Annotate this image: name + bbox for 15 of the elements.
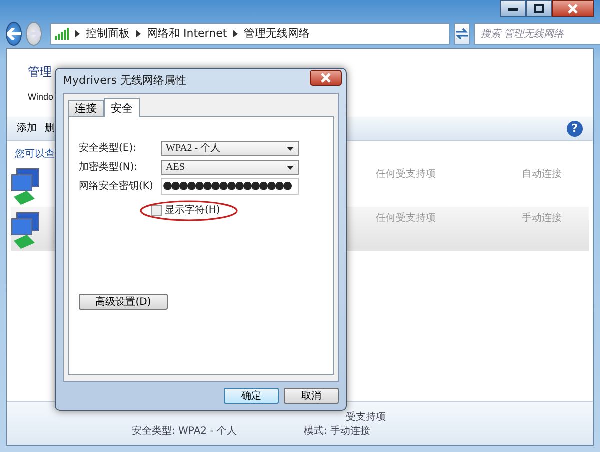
network-mode: 手动连接 bbox=[522, 212, 562, 226]
network-mode: 自动连接 bbox=[522, 168, 562, 182]
detail-text: 受支持项 bbox=[346, 410, 386, 424]
field-label: 加密类型(N): bbox=[79, 160, 139, 175]
detail-text: 安全类型: WPA2 - 个人 bbox=[132, 424, 238, 438]
dialog-title: Mydrivers 无线网络属性 bbox=[63, 72, 188, 89]
network-security: 任何受支持项 bbox=[376, 168, 437, 182]
network-security: 任何受支持项 bbox=[376, 212, 437, 226]
field-label: 网络安全密钥(K) bbox=[79, 180, 154, 194]
detail-text: 模式: 手动连接 bbox=[304, 424, 372, 438]
checkbox-label: 显示字符(H) bbox=[165, 204, 220, 218]
page-heading: 管理 bbox=[28, 64, 52, 81]
field-label: 安全类型(E): bbox=[79, 142, 138, 156]
page-subtitle: Windo bbox=[28, 91, 54, 104]
list-caption: 您可以查 bbox=[15, 148, 55, 162]
